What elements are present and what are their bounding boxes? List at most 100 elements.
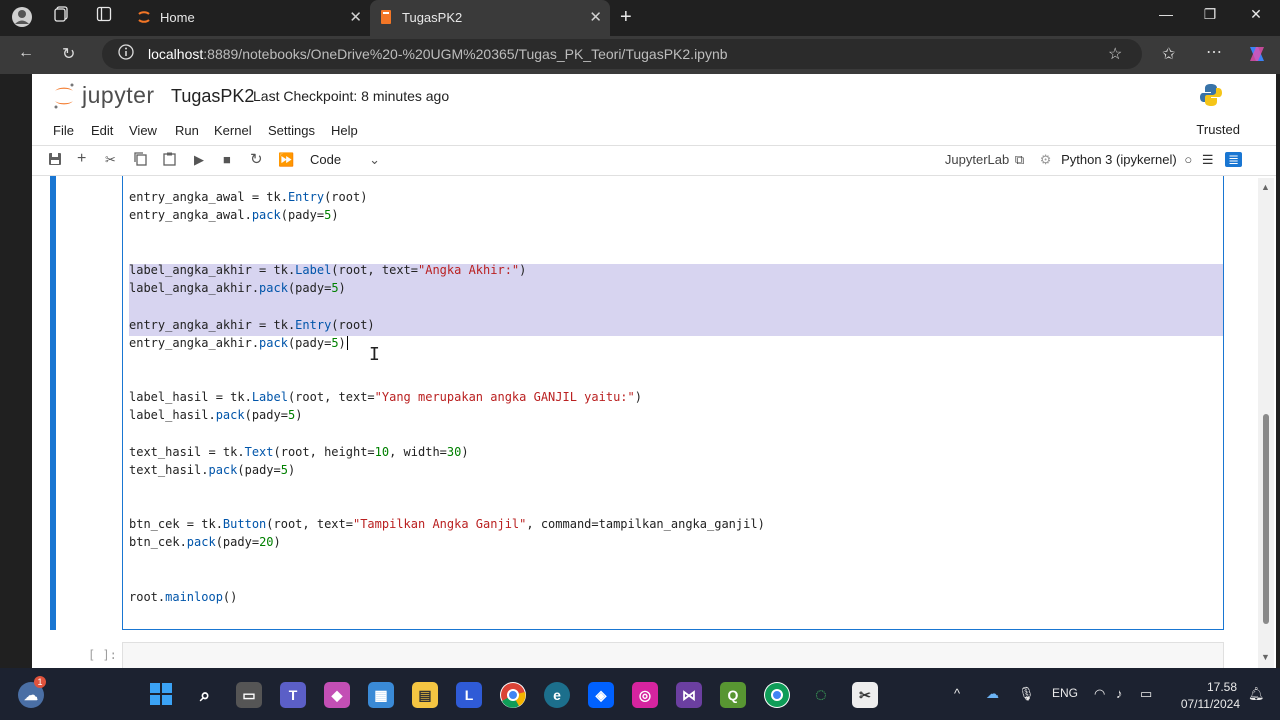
kernel-area: JupyterLab ⧉ ⚙ Python 3 (ipykernel) ○ ☰ … bbox=[945, 152, 1242, 168]
code-line: text_hasil = tk.Text(root, height=10, wi… bbox=[129, 445, 469, 459]
back-icon[interactable]: ← bbox=[18, 44, 34, 62]
restore-icon[interactable]: ❐ bbox=[1190, 6, 1230, 23]
code-line: entry_angka_awal = tk.Entry(root) bbox=[129, 190, 368, 204]
cell-prompt: [ ]: bbox=[88, 648, 117, 662]
jupyter-logo-icon bbox=[54, 83, 74, 109]
restart-icon[interactable]: ↻ bbox=[250, 150, 263, 168]
onedrive-icon[interactable]: ☁ bbox=[986, 686, 999, 702]
insert-cell-icon[interactable]: + bbox=[77, 150, 86, 168]
property-inspector-icon[interactable]: ≣ bbox=[1225, 152, 1242, 167]
code-line: root.mainloop() bbox=[129, 590, 238, 604]
notification-bell-icon[interactable]: 🔔︎ bbox=[1248, 686, 1265, 702]
gear-icon[interactable]: ⚙ bbox=[1040, 152, 1052, 167]
menu-view[interactable]: View bbox=[129, 123, 157, 138]
teams-icon[interactable]: T bbox=[280, 682, 306, 708]
jupyterlab-link[interactable]: JupyterLab bbox=[945, 152, 1009, 167]
address-row: ← ↻ localhost:8889/notebooks/OneDrive%20… bbox=[0, 36, 1280, 74]
windows-start-icon[interactable] bbox=[148, 682, 174, 708]
taskbar: ☁ 1 ⌕ ▭ T ◆ ▦ ▤ L e ◈ ◎ ⋈ Q ◌ ✂ ^ ☁ 🎙︎ E… bbox=[0, 668, 1280, 720]
list-icon[interactable]: ☰ bbox=[1202, 152, 1214, 167]
microphone-icon[interactable]: 🎙︎ bbox=[1018, 686, 1035, 702]
menu-kernel[interactable]: Kernel bbox=[214, 123, 252, 138]
url-path: :8889/notebooks/OneDrive%20-%20UGM%20365… bbox=[203, 46, 728, 62]
snipping-tool-icon[interactable]: ✂ bbox=[852, 682, 878, 708]
notebook-title[interactable]: TugasPK2 bbox=[171, 86, 254, 107]
paste-icon[interactable] bbox=[163, 152, 176, 169]
url-text[interactable]: localhost:8889/notebooks/OneDrive%20-%20… bbox=[148, 46, 728, 62]
scroll-down-icon[interactable]: ▼ bbox=[1261, 652, 1270, 662]
tab-home-label: Home bbox=[160, 10, 195, 25]
minimize-icon[interactable]: — bbox=[1146, 6, 1186, 22]
copilot-taskbar-icon[interactable]: ◆ bbox=[324, 682, 350, 708]
menu-run[interactable]: Run bbox=[175, 123, 199, 138]
code-cell-editor[interactable]: entry_angka_awal = tk.Entry(root) entry_… bbox=[122, 176, 1224, 630]
battery-icon[interactable]: ▭ bbox=[1140, 686, 1152, 702]
scroll-up-icon[interactable]: ▲ bbox=[1261, 182, 1270, 192]
address-bar[interactable]: localhost:8889/notebooks/OneDrive%20-%20… bbox=[102, 39, 1142, 69]
jupyter-header: jupyter TugasPK2 Last Checkpoint: 8 minu… bbox=[32, 74, 1276, 118]
dropbox-icon[interactable]: ◈ bbox=[588, 682, 614, 708]
menu-settings[interactable]: Settings bbox=[268, 123, 315, 138]
cut-icon[interactable]: ✂ bbox=[105, 152, 116, 168]
interrupt-icon[interactable]: ■ bbox=[223, 152, 231, 167]
store-icon[interactable]: ▦ bbox=[368, 682, 394, 708]
menu-file[interactable]: File bbox=[53, 123, 74, 138]
task-view-icon[interactable]: ▭ bbox=[236, 682, 262, 708]
close-icon[interactable]: ✕ bbox=[589, 8, 602, 26]
language-indicator[interactable]: ENG bbox=[1052, 686, 1078, 700]
show-hidden-icons-icon[interactable]: ^ bbox=[954, 686, 960, 701]
favorites-icon[interactable]: ✩ bbox=[1162, 44, 1175, 64]
checkpoint-status: Last Checkpoint: 8 minutes ago bbox=[253, 88, 450, 104]
active-cell-indicator[interactable] bbox=[50, 176, 56, 630]
scrollbar[interactable]: ▲ ▼ bbox=[1258, 178, 1274, 668]
cell-type-select[interactable]: Code ⌄ bbox=[310, 152, 380, 168]
tab-notebook[interactable]: TugasPK2 ✕ bbox=[370, 0, 610, 36]
qgis-icon[interactable]: Q bbox=[720, 682, 746, 708]
window-close-icon[interactable]: ✕ bbox=[1236, 6, 1276, 23]
clock-date[interactable]: 07/11/2024 bbox=[1172, 697, 1240, 711]
tab-home[interactable]: Home ✕ bbox=[128, 0, 370, 36]
wifi-icon[interactable]: ◠ bbox=[1094, 686, 1105, 702]
scroll-thumb[interactable] bbox=[1263, 414, 1269, 624]
kernel-status-icon: ○ bbox=[1184, 152, 1193, 167]
menu-help[interactable]: Help bbox=[331, 123, 358, 138]
favorite-star-icon[interactable]: ☆ bbox=[1108, 44, 1122, 64]
code-line: label_angka_akhir.pack(pady=5) bbox=[129, 281, 346, 295]
copy-icon[interactable] bbox=[134, 152, 147, 169]
volume-icon[interactable]: ♪ bbox=[1116, 686, 1123, 701]
app-l-icon[interactable]: L bbox=[456, 682, 482, 708]
profile-icon[interactable] bbox=[10, 6, 34, 30]
new-tab-icon[interactable]: + bbox=[620, 6, 632, 29]
code-line: entry_angka_akhir = tk.Entry(root) bbox=[129, 318, 375, 332]
cell-type-value: Code bbox=[310, 152, 342, 167]
url-host: localhost bbox=[148, 46, 204, 62]
empty-code-cell[interactable] bbox=[122, 642, 1224, 668]
code-line: btn_cek = tk.Button(root, text="Tampilka… bbox=[129, 517, 765, 531]
file-explorer-icon[interactable]: ▤ bbox=[412, 682, 438, 708]
jupyter-page: jupyter TugasPK2 Last Checkpoint: 8 minu… bbox=[32, 74, 1276, 668]
kernel-name[interactable]: Python 3 (ipykernel) bbox=[1061, 152, 1177, 167]
loading-app-icon[interactable]: ◌ bbox=[808, 682, 834, 708]
run-icon[interactable]: ▶ bbox=[194, 152, 204, 168]
search-icon[interactable]: ⌕ bbox=[192, 682, 218, 708]
more-options-icon[interactable]: ⋯ bbox=[1206, 42, 1222, 62]
site-info-icon[interactable] bbox=[118, 44, 134, 65]
tab-actions-icon[interactable] bbox=[92, 6, 116, 30]
edge-icon[interactable]: e bbox=[544, 682, 570, 708]
workspaces-icon[interactable] bbox=[50, 6, 74, 30]
restart-run-all-icon[interactable]: ⏩ bbox=[278, 152, 294, 168]
trusted-indicator[interactable]: Trusted bbox=[1196, 122, 1240, 137]
clock-time[interactable]: 17.58 bbox=[1201, 680, 1237, 694]
chrome-icon[interactable] bbox=[500, 682, 526, 708]
chrome-profile-icon[interactable] bbox=[764, 682, 790, 708]
save-icon[interactable] bbox=[48, 152, 62, 169]
instagram-icon[interactable]: ◎ bbox=[632, 682, 658, 708]
visual-studio-icon[interactable]: ⋈ bbox=[676, 682, 702, 708]
code-line: text_hasil.pack(pady=5) bbox=[129, 463, 296, 477]
copilot-icon[interactable] bbox=[1246, 43, 1268, 70]
code-line: entry_angka_akhir.pack(pady=5) bbox=[129, 336, 348, 350]
menu-edit[interactable]: Edit bbox=[91, 123, 113, 138]
notebook-favicon-icon bbox=[381, 10, 391, 24]
refresh-icon[interactable]: ↻ bbox=[62, 44, 75, 64]
close-icon[interactable]: ✕ bbox=[349, 8, 362, 26]
